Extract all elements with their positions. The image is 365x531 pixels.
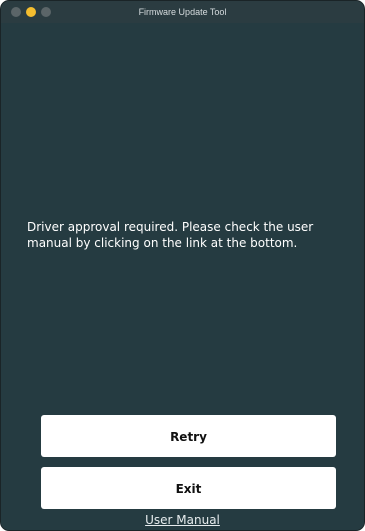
user-manual-link[interactable]: User Manual xyxy=(1,513,364,527)
exit-button[interactable]: Exit xyxy=(41,467,336,509)
retry-button[interactable]: Retry xyxy=(41,415,336,457)
status-message: Driver approval required. Please check t… xyxy=(27,220,314,250)
main-content: Driver approval required. Please check t… xyxy=(1,23,364,530)
title-bar[interactable]: Firmware Update Tool xyxy=(1,1,364,23)
app-window: Firmware Update Tool Driver approval req… xyxy=(0,0,365,531)
window-title: Firmware Update Tool xyxy=(138,7,227,17)
